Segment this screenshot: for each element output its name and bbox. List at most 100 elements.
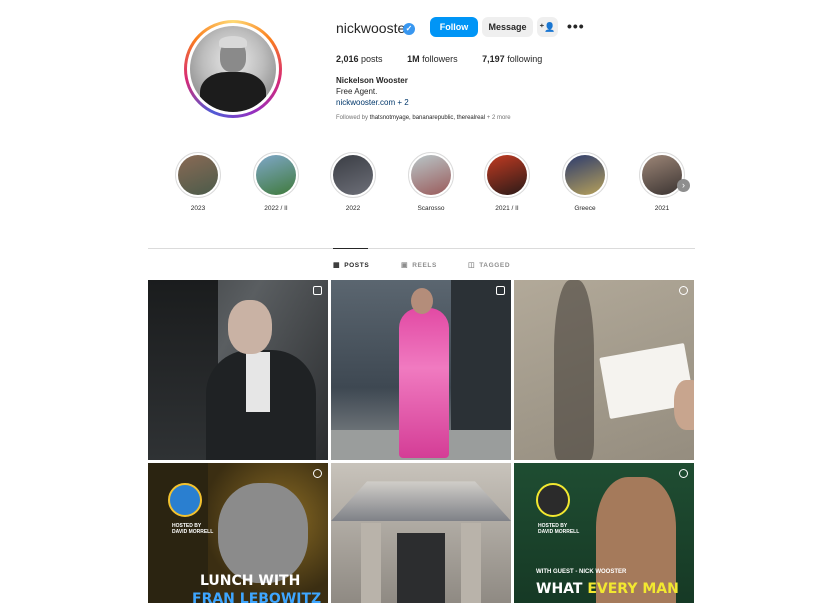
reel-icon <box>313 469 322 478</box>
post-tile[interactable]: HOSTED BY DAVID MORRELL WITH GUEST - NIC… <box>514 463 694 603</box>
tab-tagged-label: TAGGED <box>479 261 511 269</box>
highlight-label: 2022 / II <box>264 205 288 212</box>
suggested-accounts-button[interactable]: ⁺👤 <box>537 17 558 37</box>
reels-icon: ▣ <box>401 262 409 269</box>
bio-link-url[interactable]: nickwooster.com <box>336 98 395 107</box>
followed-by-names[interactable]: thatsnotmyage, bananarepublic, therealre… <box>370 115 485 121</box>
post-tile[interactable]: HOSTED BY DAVID MORRELL LUNCH WITH FRAN … <box>148 463 328 603</box>
post-tile[interactable] <box>148 280 328 460</box>
posts-stat[interactable]: 2,016 posts <box>336 54 383 64</box>
highlight-label: 2021 <box>654 205 670 212</box>
highlight-item[interactable]: Greece <box>560 152 610 212</box>
tab-reels[interactable]: ▣ REELS <box>401 261 437 270</box>
grid-icon: ▦ <box>333 262 341 269</box>
post-tile[interactable] <box>331 280 511 460</box>
tab-posts-label: POSTS <box>344 261 370 269</box>
highlight-item[interactable]: Scarosso <box>406 152 456 212</box>
highlight-label: Scarosso <box>417 205 445 212</box>
post-tile[interactable] <box>331 463 511 603</box>
reel-icon <box>679 286 688 295</box>
highlight-cover <box>565 155 605 195</box>
bio-link[interactable]: nickwooster.com + 2 <box>336 98 409 107</box>
add-person-icon: ⁺👤 <box>539 22 556 32</box>
highlight-cover <box>487 155 527 195</box>
post-photo-face <box>228 300 272 354</box>
avatar-inner <box>187 23 279 115</box>
tab-posts[interactable]: ▦ POSTS <box>333 261 370 270</box>
post-photo-shadow <box>554 280 594 460</box>
full-name: Nickelson Wooster <box>336 76 408 85</box>
following-label: following <box>507 54 543 64</box>
host-avatar <box>536 483 570 517</box>
highlight-label: 2022 <box>345 205 361 212</box>
more-options-icon[interactable]: ••• <box>567 18 585 34</box>
post-title-line1: LUNCH WITH <box>200 573 301 589</box>
followed-by-more[interactable]: + 2 more <box>487 115 511 121</box>
reel-icon <box>679 469 688 478</box>
highlight-item[interactable]: 2021 / II <box>482 152 532 212</box>
tab-reels-label: REELS <box>412 261 437 269</box>
highlight-label: 2023 <box>190 205 206 212</box>
active-tab-indicator <box>333 248 368 249</box>
post-photo-subject <box>399 308 449 458</box>
post-title-highlight: EVERY MAN <box>587 581 679 597</box>
post-photo-pillar <box>361 523 381 603</box>
post-photo-subject <box>218 483 308 583</box>
following-count: 7,197 <box>482 54 505 64</box>
highlight-cover <box>333 155 373 195</box>
avatar-hair <box>219 36 247 48</box>
posts-label: posts <box>361 54 383 64</box>
highlight-ring <box>408 152 454 198</box>
post-photo-face <box>411 288 433 314</box>
highlight-item[interactable]: 2023 <box>173 152 223 212</box>
post-photo-detail <box>246 352 270 412</box>
following-stat[interactable]: 7,197 following <box>482 54 542 64</box>
followers-count: 1M <box>407 54 420 64</box>
followers-stat[interactable]: 1M followers <box>407 54 458 64</box>
tab-tagged[interactable]: ◫ TAGGED <box>468 261 511 270</box>
profile-avatar[interactable] <box>184 20 282 118</box>
message-button[interactable]: Message <box>482 17 533 37</box>
highlight-item[interactable]: 2022 / II <box>251 152 301 212</box>
highlight-ring <box>330 152 376 198</box>
highlight-ring <box>562 152 608 198</box>
post-photo-hand <box>674 380 694 430</box>
tagged-icon: ◫ <box>468 262 476 269</box>
highlight-label: Greece <box>574 205 596 212</box>
host-avatar <box>168 483 202 517</box>
avatar-body <box>200 72 266 112</box>
followers-label: followers <box>422 54 458 64</box>
carousel-icon <box>313 286 322 295</box>
username: nickwooster <box>336 20 410 36</box>
highlight-item[interactable]: 2022 <box>328 152 378 212</box>
post-hosted-text: HOSTED BY DAVID MORRELL <box>172 523 214 535</box>
highlight-ring <box>253 152 299 198</box>
highlight-cover <box>411 155 451 195</box>
post-photo-pillar <box>461 523 481 603</box>
followed-by-prefix: Followed by <box>336 115 369 121</box>
post-photo-canopy <box>331 481 511 521</box>
highlight-cover <box>642 155 682 195</box>
post-title-line2: FRAN LEBOWITZ <box>192 591 322 603</box>
highlight-cover <box>256 155 296 195</box>
highlight-ring <box>484 152 530 198</box>
highlight-cover <box>178 155 218 195</box>
followed-by[interactable]: Followed by thatsnotmyage, bananarepubli… <box>336 115 511 121</box>
post-tile[interactable] <box>514 280 694 460</box>
post-hosted-text: HOSTED BY DAVID MORRELL <box>538 523 580 535</box>
bio-link-more[interactable]: + 2 <box>397 98 408 107</box>
bio-text: Free Agent. <box>336 87 378 96</box>
tabs-divider <box>148 248 695 249</box>
profile-stats: 2,016 posts 1M followers 7,197 following <box>336 54 564 64</box>
avatar-photo <box>190 26 276 112</box>
post-photo-door <box>397 533 445 603</box>
carousel-icon <box>496 286 505 295</box>
follow-button[interactable]: Follow <box>430 17 478 37</box>
highlight-label: 2021 / II <box>495 205 519 212</box>
post-title-part: WHAT <box>536 581 588 597</box>
post-photo-bg <box>451 280 511 430</box>
post-guest-text: WITH GUEST - NICK WOOSTER <box>536 569 627 575</box>
highlight-ring <box>175 152 221 198</box>
posts-count: 2,016 <box>336 54 359 64</box>
chevron-right-icon[interactable]: › <box>677 179 690 192</box>
